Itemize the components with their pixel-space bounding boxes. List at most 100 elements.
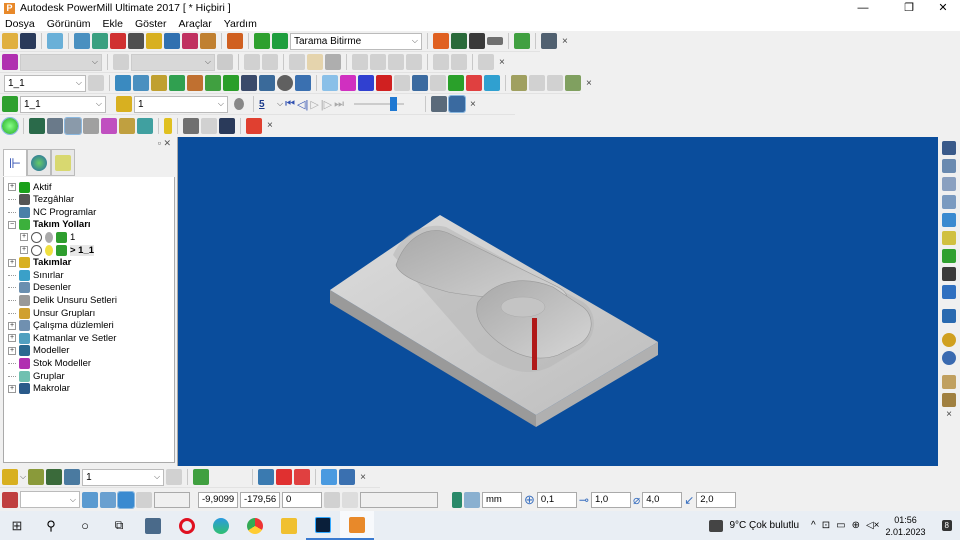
weather-text[interactable]: 9°C Çok bulutlu [729,520,799,531]
save-view-icon[interactable] [219,117,235,134]
tool-icon[interactable] [128,33,144,49]
tolerance-field[interactable]: 0,1 [536,491,577,508]
statistics-icon[interactable] [241,75,257,91]
close-toolbar-icon[interactable]: × [467,99,479,110]
calculator-tool-icon[interactable] [200,33,216,49]
view-iso-icon[interactable] [942,213,956,227]
step-count[interactable]: 5 [259,99,275,110]
task-view-button[interactable]: ⧉ [102,511,136,540]
show-hidden-icons[interactable]: ^ [811,520,816,531]
tool-create-icon[interactable] [2,469,18,485]
light-bulb-icon[interactable] [45,231,53,243]
refresh-view-icon[interactable] [942,249,956,263]
swarf-icon[interactable] [340,75,356,91]
step-back-icon[interactable]: ◁| [297,98,308,111]
view-top-icon[interactable] [942,141,956,155]
wireframe-icon[interactable] [942,351,956,365]
stock-icon[interactable] [74,33,90,49]
binoculars-icon[interactable] [541,33,557,49]
close-toolbar-icon[interactable]: × [496,57,508,68]
toolpath-strategy-icon[interactable] [254,33,270,49]
tree-item[interactable]: Sınırlar [8,269,64,281]
tree-item[interactable]: + Aktif [8,181,51,193]
search-icon[interactable] [511,75,527,91]
calculator-icon[interactable] [469,33,485,49]
tab-globe[interactable] [27,149,51,176]
shaded-icon[interactable] [1,116,19,135]
tree-item[interactable]: − Takım Yolları [8,219,91,231]
expand-icon[interactable]: + [20,233,28,242]
menu-gorunum[interactable]: Görünüm [47,18,91,30]
holder-icon[interactable] [466,75,482,91]
pen-icon[interactable] [321,469,338,485]
workplane-icon[interactable] [2,491,18,508]
simulation-view-icon[interactable] [431,96,448,112]
language-icon[interactable]: ⊕ [852,520,860,531]
maximize-button[interactable]: ❐ [894,0,924,16]
view-color-icon[interactable] [101,117,117,134]
tool-holder-icon[interactable] [64,469,81,485]
start-button[interactable]: ⊞ [0,511,34,540]
tree-item[interactable]: + Makrolar [8,383,70,395]
tree-item[interactable]: +1 [20,231,75,243]
minimize-button[interactable]: — [848,0,878,16]
clock-icon[interactable] [277,75,293,91]
raster-icon[interactable] [322,75,338,91]
expand-icon[interactable]: + [8,321,16,330]
close-button[interactable]: ✕ [928,0,958,16]
tree-item[interactable]: + Çalışma düzlemleri [8,320,114,332]
fit-icon[interactable] [942,267,956,281]
menu-ekle[interactable]: Ekle [103,18,123,30]
axes-icon[interactable] [412,75,428,91]
tree-item[interactable]: Delik Unsuru Setleri [8,294,117,306]
strategy-list-icon[interactable] [272,33,288,49]
tool-holder-icon[interactable] [164,117,172,134]
machine-sim-icon[interactable] [448,95,467,113]
settings-icon[interactable] [565,75,581,91]
feature-red-icon[interactable] [276,469,293,485]
slider-thumb[interactable] [390,97,398,111]
reorder-icon[interactable] [169,75,185,91]
close-toolbar-icon[interactable]: × [264,120,276,131]
view-material-icon[interactable] [119,117,135,134]
tree-item[interactable]: Desenler [8,282,71,294]
ruler-icon[interactable] [487,37,503,45]
leads-links-icon[interactable] [115,75,131,91]
expand-icon[interactable]: + [8,183,16,191]
delete-toolpath-icon[interactable] [295,75,311,91]
box-zoom-icon[interactable] [942,285,956,299]
edit-icon[interactable] [164,33,180,49]
feed-rate-icon[interactable] [110,33,126,49]
photoshop-app[interactable] [306,511,340,540]
cube-2-icon[interactable] [100,491,116,508]
panel-close-icon[interactable]: ✕ [163,138,171,148]
block-icon[interactable] [47,33,63,49]
angle-field[interactable]: 2,0 [696,491,737,508]
expand-icon[interactable]: + [8,258,16,267]
feature-green-icon[interactable] [294,469,311,485]
tab-explorer[interactable]: ⊩ [3,149,27,176]
volume-icon[interactable]: ◁× [866,520,880,531]
check-icon[interactable] [31,244,42,256]
calculator-app[interactable] [136,511,170,540]
close-toolbar-icon[interactable]: × [583,78,595,89]
collision-icon[interactable] [484,75,500,91]
save-icon[interactable] [20,33,36,49]
pattern-icon[interactable] [376,75,392,91]
tree-item[interactable]: Gruplar [8,370,65,382]
stepover-field[interactable]: 1,0 [590,491,631,508]
copy-icon[interactable] [259,75,275,91]
drag-select-icon[interactable] [942,393,956,407]
search-button[interactable]: ⚲ [34,511,68,540]
tree-item[interactable]: Unsur Grupları [8,307,95,319]
view-left-icon[interactable] [942,195,956,209]
explorer-app[interactable] [272,511,306,540]
select-icon[interactable] [942,375,956,389]
end-point-icon[interactable] [151,75,167,91]
view-iso1-icon[interactable] [29,117,45,134]
expand-icon[interactable]: + [20,246,28,254]
view-iso4-icon[interactable] [83,117,99,134]
light-bulb-icon[interactable] [234,98,244,110]
machine-icon[interactable] [183,117,199,134]
verify-icon[interactable] [433,33,449,49]
